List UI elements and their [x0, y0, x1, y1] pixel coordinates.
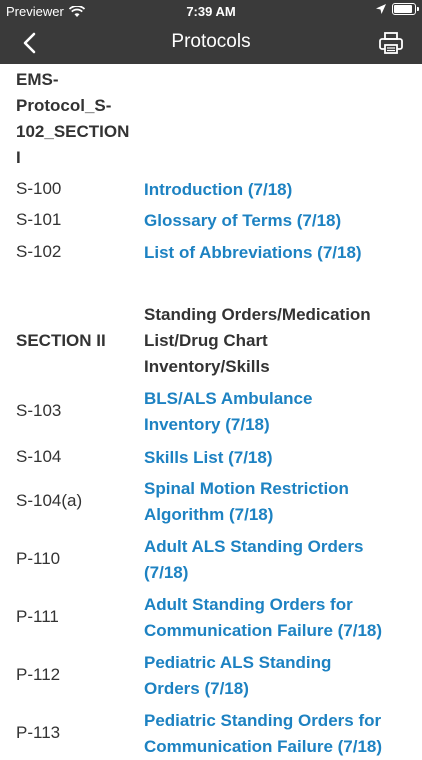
protocol-link[interactable]: BLS/ALS Ambulance Inventory (7/18) — [144, 386, 412, 438]
status-right — [376, 3, 419, 15]
protocol-link[interactable]: Adult ALS Standing Orders (7/18) — [144, 534, 412, 586]
protocol-link[interactable]: Glossary of Terms (7/18) — [144, 208, 412, 234]
protocol-code: P-110 — [16, 549, 61, 568]
nav-bar: Protocols — [0, 22, 422, 64]
protocol-code: P-111 — [16, 607, 59, 626]
protocol-title: EMS- Protocol_S- 102_SECTION I — [16, 70, 130, 167]
protocol-link[interactable]: Skills List (7/18) — [144, 445, 412, 471]
protocol-code: S-104 — [16, 447, 62, 466]
section-heading: Standing Orders/Medication List/Drug Cha… — [144, 305, 371, 376]
protocol-link[interactable]: List of Abbreviations (7/18) — [144, 240, 412, 266]
protocol-code: S-103 — [16, 401, 62, 420]
protocol-code: S-100 — [16, 179, 62, 198]
protocol-code: S-102 — [16, 242, 62, 261]
protocol-code: P-112 — [16, 665, 61, 684]
protocol-link[interactable]: Spinal Motion Restriction Algorithm (7/1… — [144, 476, 412, 528]
protocol-code: S-101 — [16, 210, 62, 229]
status-bar: Previewer 7:39 AM — [0, 0, 422, 22]
protocol-code: P-113 — [16, 723, 61, 742]
protocol-link[interactable]: Pediatric Standing Orders for Communicat… — [144, 708, 412, 760]
protocol-code: S-104(a) — [16, 491, 83, 510]
protocol-link[interactable]: Adult Standing Orders for Communication … — [144, 592, 412, 644]
protocol-link[interactable]: Pediatric ALS Standing Orders (7/18) — [144, 650, 412, 702]
printer-icon[interactable] — [378, 31, 404, 55]
section-label: SECTION II — [16, 331, 106, 350]
status-time: 7:39 AM — [186, 4, 236, 19]
location-arrow-icon — [376, 4, 386, 14]
page-title: Protocols — [171, 31, 251, 52]
protocol-link[interactable]: Introduction (7/18) — [144, 177, 412, 203]
protocol-list: EMS- Protocol_S- 102_SECTION I S-100 Int… — [0, 64, 422, 756]
battery-icon — [392, 3, 419, 15]
